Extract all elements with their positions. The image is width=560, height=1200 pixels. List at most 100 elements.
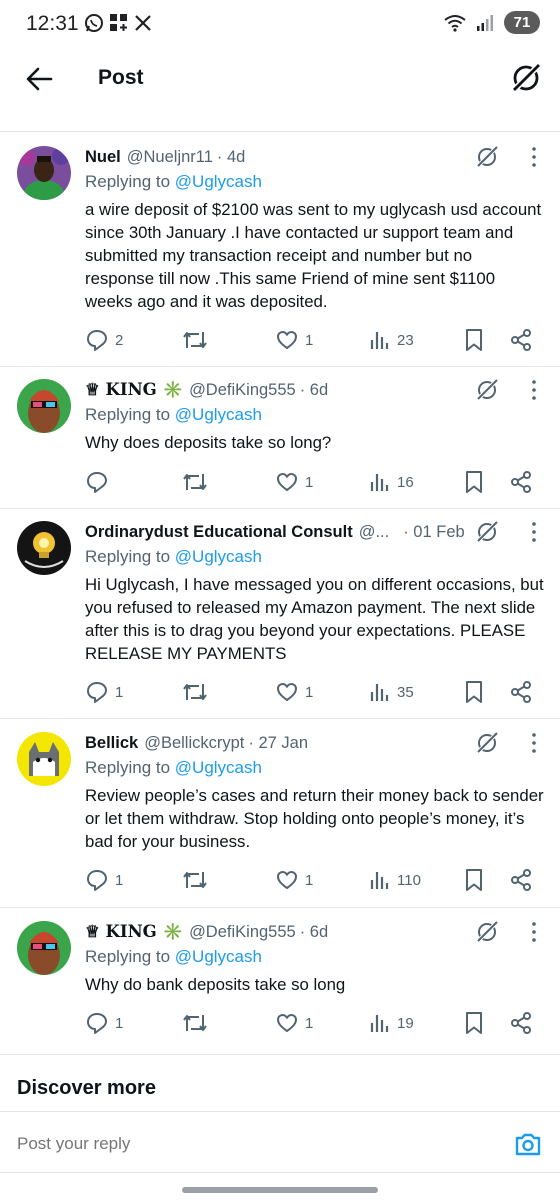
repost-button[interactable] [181,1009,215,1037]
reply-count: 1 [115,683,124,701]
views-count: 19 [397,1014,414,1032]
heart-icon [277,1014,297,1032]
views-button[interactable]: 35 [369,678,414,706]
like-button[interactable]: 1 [275,326,313,354]
bookmark-button[interactable] [463,866,485,894]
author-name[interactable]: Bellick [85,734,138,753]
share-button[interactable] [509,326,533,354]
avatar[interactable] [17,921,71,975]
author-name[interactable]: Ordinarydust Educational Consult [85,523,353,542]
tweet-text: Why do bank deposits take so long [85,975,346,994]
share-button[interactable] [509,468,533,496]
grok-icon[interactable] [474,377,500,403]
tweet-actions: 2 1 23 [85,326,535,354]
repost-button[interactable] [181,468,215,496]
more-options-icon[interactable] [530,379,538,401]
mention-link[interactable]: @Uglycash [175,405,262,424]
share-icon [511,329,531,351]
bookmark-icon [466,471,482,493]
status-notification-icons [83,12,153,34]
author-name[interactable]: Nuel [85,148,121,167]
bookmark-button[interactable] [463,1009,485,1037]
author-name[interactable]: ♕ KING ✳️ [85,380,183,400]
status-time: 12:31 [26,12,79,35]
repost-button[interactable] [181,678,215,706]
author-handle[interactable]: @Bellickcrypt [144,734,244,753]
reply-button[interactable]: 1 [85,1009,123,1037]
views-count: 110 [397,871,421,889]
reply-tweet[interactable]: Ordinarydust Educational Consult @... · … [0,519,560,717]
reply-tweet[interactable]: Nuel @Nueljnr11 · 4d Replying to @Uglyca… [0,144,560,366]
share-icon [511,1012,531,1034]
tweet-header: ♕ KING ✳️ @DefiKing555 · 6d [85,377,540,403]
mention-link[interactable]: @Uglycash [175,172,262,191]
share-button[interactable] [509,1009,533,1037]
grok-icon[interactable] [508,60,544,96]
home-indicator[interactable] [182,1187,378,1193]
replying-to: Replying to @Uglycash [85,758,262,778]
tweet-time: · 01 Feb [403,522,465,541]
avatar[interactable] [17,521,71,575]
share-button[interactable] [509,866,533,894]
bookmark-button[interactable] [463,678,485,706]
like-button[interactable]: 1 [275,866,313,894]
views-button[interactable]: 110 [369,866,421,894]
reply-tweet[interactable]: ♕ KING ✳️ @DefiKing555 · 6d Replying to … [0,919,560,1049]
like-count: 1 [305,1014,314,1032]
reply-tweet[interactable]: Bellick @Bellickcrypt · 27 Jan Replying … [0,730,560,907]
repost-button[interactable] [181,326,215,354]
reply-button[interactable] [85,468,115,496]
mention-link[interactable]: @Uglycash [175,947,262,966]
replying-to: Replying to @Uglycash [85,547,262,567]
bookmark-button[interactable] [463,468,485,496]
more-options-icon[interactable] [530,921,538,943]
grok-icon[interactable] [474,144,500,170]
reply-count: 2 [115,331,124,349]
bookmark-button[interactable] [463,326,485,354]
like-button[interactable]: 1 [275,678,313,706]
reply-button[interactable]: 1 [85,866,123,894]
avatar[interactable] [17,146,71,200]
avatar[interactable] [17,379,71,433]
grok-icon[interactable] [474,919,500,945]
author-handle[interactable]: @Nueljnr11 [127,148,213,167]
views-button[interactable]: 16 [369,468,414,496]
reply-button[interactable]: 2 [85,326,123,354]
tweet-header: Nuel @Nueljnr11 · 4d [85,144,540,170]
more-options-icon[interactable] [530,521,538,543]
author-name[interactable]: ♕ KING ✳️ [85,922,183,942]
back-arrow-icon[interactable] [24,64,54,94]
reply-button[interactable]: 1 [85,678,123,706]
more-options-icon[interactable] [530,732,538,754]
reply-tweet[interactable]: ♕ KING ✳️ @DefiKing555 · 6d Replying to … [0,377,560,507]
like-button[interactable]: 1 [275,468,313,496]
reply-icon [87,330,107,351]
avatar[interactable] [17,732,71,786]
reply-icon [87,472,107,493]
reply-icon [87,870,107,891]
views-button[interactable]: 23 [369,326,414,354]
repost-button[interactable] [181,866,215,894]
views-icon [370,332,389,349]
like-button[interactable]: 1 [275,1009,313,1037]
reply-input[interactable] [17,1134,477,1154]
views-button[interactable]: 19 [369,1009,414,1037]
share-button[interactable] [509,678,533,706]
more-options-icon[interactable] [530,146,538,168]
views-icon [370,872,389,889]
like-count: 1 [305,683,314,701]
repost-icon [183,872,207,888]
mention-link[interactable]: @Uglycash [175,758,262,777]
mention-link[interactable]: @Uglycash [175,547,262,566]
replying-to: Replying to @Uglycash [85,405,262,425]
camera-icon[interactable] [514,1130,542,1158]
grok-icon[interactable] [474,730,500,756]
tweet-time: · 27 Jan [248,733,309,752]
apps-icon [110,14,127,31]
author-handle[interactable]: @... [359,523,390,542]
author-handle[interactable]: @DefiKing555 [189,923,296,942]
signal-icon [477,14,493,31]
author-handle[interactable]: @DefiKing555 [189,381,296,400]
grok-icon[interactable] [474,519,500,545]
wifi-icon [444,14,466,32]
